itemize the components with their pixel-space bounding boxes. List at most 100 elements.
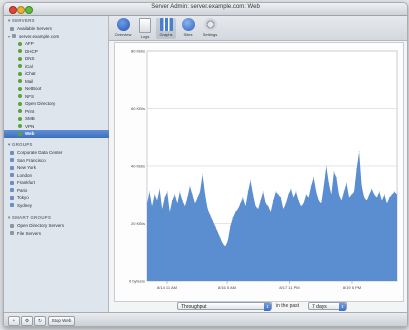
data-point <box>368 194 370 196</box>
toolbar-graphs[interactable]: Graphs <box>156 18 176 39</box>
sidebar-item-file-servers[interactable]: File Servers <box>4 230 114 238</box>
metric-select-value: Throughput <box>181 304 207 310</box>
data-point <box>346 182 347 184</box>
data-point <box>386 203 388 204</box>
sidebar-item-open-directory-servers[interactable]: Open Directory Servers <box>4 222 114 230</box>
server-admin-window: Server Admin: server.example.com: Web ▾ … <box>3 2 408 327</box>
sidebar-item-ichat[interactable]: iChat <box>4 70 122 78</box>
sidebar-item-afp[interactable]: AFP <box>4 40 122 48</box>
data-point <box>358 151 360 152</box>
data-point <box>161 208 163 210</box>
sidebar-item-mail[interactable]: Mail <box>4 78 122 86</box>
refresh-button[interactable]: ↻ <box>34 316 46 326</box>
data-point <box>194 203 196 204</box>
add-button[interactable]: + <box>8 316 20 326</box>
x-tick-label: 8/19 5 PM <box>343 285 361 290</box>
data-point <box>237 208 239 210</box>
sidebar-item-paris[interactable]: Paris <box>4 187 114 195</box>
data-point <box>229 226 231 227</box>
group-icon <box>10 158 14 163</box>
group-icon <box>10 180 14 185</box>
data-point <box>396 194 398 196</box>
sidebar-item-open-directory[interactable]: Open Directory <box>4 100 122 108</box>
sidebar-item-label: File Servers <box>17 230 42 236</box>
sidebar-item-label: DNS <box>25 56 35 61</box>
metric-select[interactable]: Throughput ⇕ <box>177 302 272 311</box>
servers-section-header[interactable]: ▾ SERVERS <box>8 18 35 24</box>
sidebar-item-label: Paris <box>17 187 28 193</box>
sidebar-item-label: SMB <box>25 116 35 121</box>
groups-section-header[interactable]: ▾ GROUPS <box>8 142 33 148</box>
sidebar-item-print[interactable]: Print <box>4 108 122 116</box>
sidebar-item-label: server.example.com <box>19 33 60 39</box>
toolbar-logs[interactable]: Logs <box>135 18 155 39</box>
sidebar-item-label: Web <box>25 131 35 136</box>
service-status-icon <box>18 49 22 54</box>
sidebar-item-ical[interactable]: iCal <box>4 63 122 71</box>
toolbar-settings[interactable]: Settings <box>200 18 220 39</box>
sidebar-item-server[interactable]: ▾ server.example.com <box>4 33 112 41</box>
sidebar-item-san-francisco[interactable]: San Francisco <box>4 157 114 165</box>
sidebar-item-tokyo[interactable]: Tokyo <box>4 194 114 202</box>
bottom-bar: + ⚙ ↻ Stop Web <box>4 312 407 326</box>
data-point <box>174 194 176 196</box>
throughput-chart: 80 KB/s 60 KB/s 40 KB/s 20 KB/s 0 bytes/s 8/1… <box>129 49 398 290</box>
sidebar-item-dhcp[interactable]: DHCP <box>4 48 122 56</box>
toolbar-sites[interactable]: Sites <box>178 18 198 39</box>
sidebar-item-vpn[interactable]: VPN <box>4 123 122 131</box>
data-point <box>257 208 259 210</box>
data-point <box>325 165 327 167</box>
data-point <box>207 208 208 210</box>
data-point <box>151 205 153 207</box>
group-icon <box>10 165 14 170</box>
data-point <box>333 171 335 173</box>
data-point <box>156 200 158 201</box>
service-status-icon <box>18 116 22 121</box>
data-point <box>255 205 256 207</box>
data-point <box>290 188 292 190</box>
data-point <box>247 191 249 193</box>
data-point <box>222 243 224 244</box>
data-point <box>187 197 188 198</box>
throughput-graph: 80 KB/s 60 KB/s 40 KB/s 20 KB/s 0 bytes/s 8/1… <box>114 42 404 302</box>
main-pane: Overview Logs Graphs Sites Settings 80 K… <box>109 16 407 312</box>
data-point <box>149 191 150 193</box>
data-point <box>315 191 317 193</box>
sidebar-item-label: London <box>17 172 33 178</box>
data-point <box>351 194 352 196</box>
stop-web-button[interactable]: Stop Web <box>48 316 75 326</box>
x-tick-label: 8/14 11 AM <box>157 285 177 290</box>
sidebar-item-dns[interactable]: DNS <box>4 55 122 63</box>
data-point <box>323 185 325 187</box>
data-point <box>303 203 304 204</box>
period-select[interactable]: 7 days ⇕ <box>308 302 347 311</box>
data-point <box>179 191 181 193</box>
disclosure-triangle-icon[interactable]: ▾ <box>8 33 10 41</box>
sidebar-item-new-york[interactable]: New York <box>4 164 114 172</box>
data-point <box>199 191 201 193</box>
sidebar-item-netboot[interactable]: NetBoot <box>4 85 122 93</box>
gear-button[interactable]: ⚙ <box>21 316 33 326</box>
sidebar-item-label: iChat <box>25 71 36 76</box>
data-point <box>219 237 221 239</box>
data-point <box>265 203 267 204</box>
data-point <box>209 214 211 216</box>
y-tick-label: 80 KB/s <box>131 49 145 54</box>
data-point <box>300 205 302 207</box>
data-point <box>176 203 178 204</box>
data-point <box>184 205 186 207</box>
sidebar-item-corporate-data-center[interactable]: Corporate Data Center <box>4 149 114 157</box>
sidebar-item-available-servers[interactable]: Available Servers <box>4 25 114 33</box>
sidebar-item-london[interactable]: London <box>4 172 114 180</box>
sidebar-item-smb[interactable]: SMB <box>4 115 122 123</box>
toolbar-overview[interactable]: Overview <box>113 18 133 39</box>
sidebar-item-sydney[interactable]: Sydney <box>4 202 114 210</box>
data-point <box>159 188 160 190</box>
data-point <box>245 205 246 207</box>
data-point <box>224 246 226 247</box>
sidebar-item-web[interactable]: Web <box>4 130 122 138</box>
sidebar-item-label: Open Directory <box>25 101 56 106</box>
sidebar-item-nfs[interactable]: NFS <box>4 93 122 101</box>
smart-groups-section-header[interactable]: ▾ SMART GROUPS <box>8 215 51 221</box>
sidebar-item-frankfurt[interactable]: Frankfurt <box>4 179 114 187</box>
